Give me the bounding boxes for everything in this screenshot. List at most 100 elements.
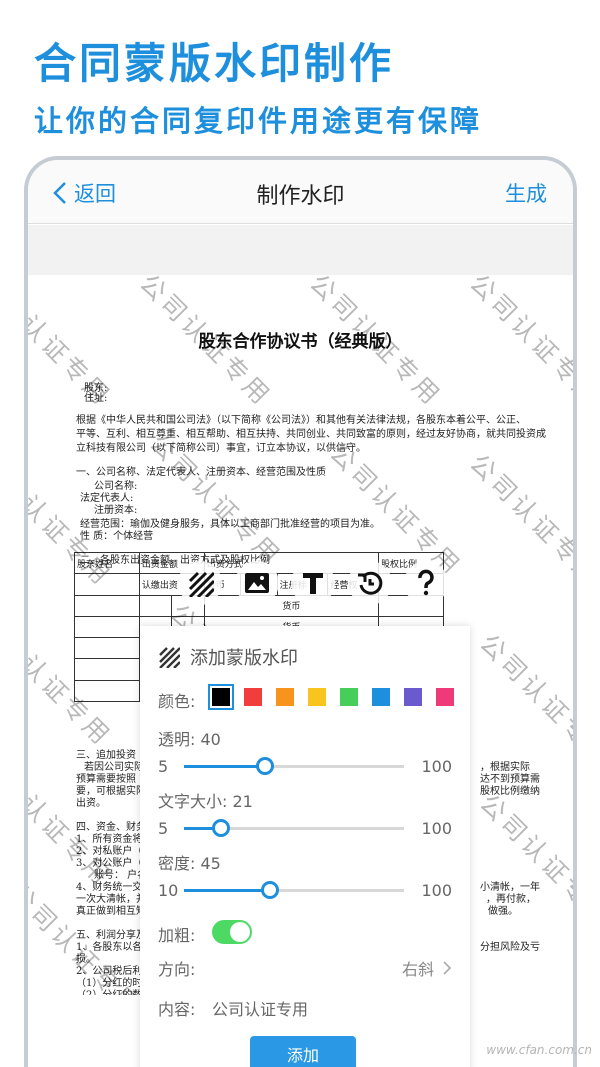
document-line: 经营范围：瑜伽及健身服务，具体以工商部门批准经营的项目为准。 [80, 519, 380, 530]
document-line: 法定代表人: [80, 493, 134, 504]
direction-value: 右斜 [401, 960, 434, 979]
document-line: 要，可根据实际 [76, 786, 146, 797]
document-line: （2）分红的数 [76, 990, 142, 995]
document-line: （1）分红的时 [76, 978, 143, 989]
text-tool-button[interactable] [291, 561, 335, 605]
subbar [28, 225, 573, 275]
opacity-label: 透明: 40 [158, 730, 221, 749]
document-line: 一、公司名称、法定代表人、注册资本、经营范围及性质 [76, 467, 326, 478]
content-input[interactable]: 公司认证专用 [212, 996, 308, 1020]
help-tool-button[interactable] [404, 561, 448, 605]
document-line: 注册资本: [94, 505, 138, 516]
add-button[interactable]: 添加 [250, 1036, 356, 1067]
slider-thumb[interactable] [256, 756, 275, 775]
document-line: 若因公司实际 [84, 762, 144, 773]
document-line: ，根据实际 [480, 762, 530, 773]
site-watermark: www.cfan.com.cn [486, 1043, 592, 1057]
density-slider-row: 10 100 [158, 878, 452, 902]
document-line: 2、公司税后利 [76, 966, 143, 977]
document-line: 达不到预算需 [480, 774, 540, 785]
color-swatch[interactable] [244, 688, 262, 706]
document-line: 平等、互利、相互尊重、相互帮助、相互扶持、共同创业、共同致富的原则，经过友好协商… [76, 429, 546, 440]
mask-tool-button[interactable] [178, 561, 222, 605]
document-line: 真正做到相互知 [76, 906, 146, 917]
font-size-slider-row: 5 100 [158, 816, 452, 840]
color-swatch[interactable] [372, 688, 390, 706]
toggle-knob [230, 922, 250, 942]
help-icon [418, 569, 434, 596]
document-line: ，再付款， [486, 894, 536, 905]
image-tool-button[interactable] [234, 561, 279, 605]
font-size-label: 文字大小: 21 [158, 792, 253, 811]
nav-title: 制作水印 [256, 184, 345, 209]
document-line: 4、财务统一交 [76, 882, 143, 893]
color-picker [210, 686, 454, 708]
mask-pattern-icon [188, 571, 214, 597]
slider-max-label: 100 [421, 756, 452, 776]
bold-toggle[interactable] [212, 920, 252, 944]
panel-header: 添加蒙版水印 [158, 644, 298, 670]
document-line: 分担风险及亏 [480, 942, 540, 953]
document-line: 小清帐，一年 [480, 882, 540, 893]
color-swatch[interactable] [340, 688, 358, 706]
document-title: 股东合作协议书（经典版） [198, 332, 403, 352]
color-label: 颜色: [158, 692, 196, 711]
hero-title: 合同蒙版水印制作 [34, 39, 395, 88]
mask-watermark-panel: 添加蒙版水印 颜色: 透明: 40 5 100 文字大小: 21 5 100 密… [140, 626, 470, 1067]
color-swatch[interactable] [210, 686, 232, 708]
slider-thumb[interactable] [212, 818, 231, 837]
watermark-text: 公司认证专用 [473, 628, 573, 773]
document-line: 公司名称: [94, 481, 138, 492]
document-line: 住址: [84, 393, 108, 404]
document-line: 预算需要按照 [76, 774, 136, 785]
document-line: 四、资金、财务 [76, 822, 146, 833]
text-icon [303, 573, 323, 594]
document-line: 性 质：个体经营 [80, 531, 154, 542]
document-line: 三、追加投资 [76, 750, 136, 761]
slider-min-label: 5 [158, 756, 169, 776]
document-line: 1、所有资金将 [76, 834, 143, 845]
document-line: 3、对公账户（ [76, 858, 143, 869]
document-line: 2、对私账户（ [76, 846, 143, 857]
slider-min-label: 5 [158, 818, 169, 838]
navbar: 返回 制作水印 生成 [28, 160, 573, 224]
chevron-right-icon [443, 961, 452, 975]
content-label: 内容: [158, 1000, 196, 1019]
document-line: 1、各股东以各 [76, 942, 143, 953]
generate-button[interactable]: 生成 [505, 178, 547, 208]
opacity-slider[interactable] [184, 756, 404, 775]
watermark-text: 公司认证专用 [463, 448, 573, 593]
document-line: 损。 [76, 954, 96, 965]
density-label: 密度: 45 [158, 854, 221, 873]
bold-label: 加粗: [158, 926, 196, 945]
hero-subtitle: 让你的合同复印件用途更有保障 [34, 104, 483, 138]
table-header: 股东姓名 [74, 551, 140, 575]
color-swatch[interactable] [276, 688, 294, 706]
slider-thumb[interactable] [260, 880, 279, 899]
color-swatch[interactable] [436, 688, 454, 706]
font-size-slider[interactable] [184, 818, 404, 837]
direction-label: 方向: [158, 960, 196, 979]
color-swatch[interactable] [404, 688, 422, 706]
document-line: 根据《中华人民共和国公司法》（以下简称《公司法》）和其他有关法律法规，各股东本着… [76, 415, 526, 426]
document-line: 股权比例缴纳 [480, 786, 540, 797]
table-cell [74, 573, 140, 596]
phone-frame: 返回 制作水印 生成 股东合作协议书（经典版） 股东: 住址: 根据《中华人民共和国… [24, 156, 577, 1067]
document-line: 一次大清帐，并 [76, 894, 146, 905]
mask-pattern-icon [159, 647, 180, 668]
image-icon [244, 573, 269, 593]
document-line: 出资。 [76, 798, 106, 809]
document-line: 五、利润分享及 [76, 930, 146, 941]
density-slider[interactable] [184, 880, 404, 899]
direction-selector[interactable]: 右斜 [402, 956, 452, 980]
undo-icon [357, 571, 382, 595]
undo-tool-button[interactable] [347, 561, 392, 605]
slider-max-label: 100 [421, 880, 452, 900]
opacity-slider-row: 5 100 [158, 754, 452, 778]
document-line: 做强。 [488, 906, 518, 917]
panel-title: 添加蒙版水印 [190, 648, 298, 669]
watermark-toolbar [168, 560, 458, 606]
color-swatch[interactable] [308, 688, 326, 706]
slider-max-label: 100 [421, 818, 452, 838]
document-line: 立科技有限公司（以下简称公司）事宜，订立本协议，以供信守。 [76, 443, 366, 454]
